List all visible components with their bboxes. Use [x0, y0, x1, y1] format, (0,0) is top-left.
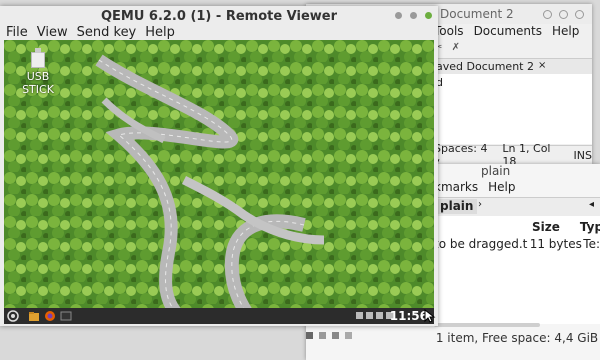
file-list-header: Size Typ	[434, 218, 600, 236]
file-row[interactable]: to be dragged.txt 11 bytes Te:	[434, 236, 600, 252]
desktop-icon-label: USB STICK	[22, 70, 54, 96]
guest-taskbar: 11:56	[4, 308, 434, 324]
remote-viewer-titlebar[interactable]: QEMU 6.2.0 (1) - Remote Viewer	[0, 6, 438, 26]
text-editor-menubar: Tools Documents Help	[434, 24, 579, 38]
file-name: to be dragged.txt	[434, 237, 528, 251]
remote-viewer-menubar: File View Send key Help	[6, 25, 175, 40]
remote-viewer-window: QEMU 6.2.0 (1) - Remote Viewer File View…	[0, 6, 438, 326]
tools-icon[interactable]: ✗	[452, 42, 460, 53]
text-editor-area[interactable]: d	[434, 74, 592, 144]
terminal-icon[interactable]	[345, 332, 352, 339]
remote-viewer-title: QEMU 6.2.0 (1) - Remote Viewer	[100, 9, 338, 24]
file-type: Te:	[583, 237, 600, 251]
path-bar: plain › ◂	[434, 197, 600, 216]
desktop-icon-usb-stick[interactable]: USB STICK	[18, 48, 58, 96]
menu-tools[interactable]: Tools	[434, 24, 464, 38]
insert-mode: INS	[573, 148, 592, 162]
sidebar-icon[interactable]	[306, 332, 313, 339]
menu-bookmarks[interactable]: kmarks	[434, 180, 478, 194]
menu-help[interactable]: Help	[145, 25, 175, 40]
places-icon[interactable]	[319, 332, 326, 339]
text-editor-toolbar: ✂ ✗	[434, 42, 586, 56]
path-more-icon[interactable]: ◂	[589, 199, 594, 210]
tree-icon[interactable]	[332, 332, 339, 339]
horizontal-scrollbar[interactable]	[434, 323, 540, 327]
cursor-icon	[424, 309, 436, 323]
tray-battery-icon[interactable]	[376, 312, 383, 319]
menu-icon[interactable]	[7, 310, 19, 322]
menu-view[interactable]: View	[37, 25, 68, 40]
menu-help[interactable]: Help	[488, 180, 515, 194]
file-size: 11 bytes	[529, 237, 582, 251]
minimize-button[interactable]	[395, 12, 402, 19]
close-button[interactable]	[575, 10, 584, 19]
maximize-button[interactable]	[559, 10, 568, 19]
usb-drive-icon	[31, 48, 45, 68]
menu-send-key[interactable]: Send key	[77, 25, 137, 40]
tab-close-icon[interactable]: ×	[538, 60, 546, 71]
file-manager-title: plain	[481, 164, 511, 178]
tray-network-icon[interactable]	[356, 312, 363, 319]
file-manager-bottom-icons	[306, 332, 352, 339]
folder-icon[interactable]	[28, 310, 40, 322]
menu-file[interactable]: File	[6, 25, 28, 40]
path-arrow-icon[interactable]: ›	[478, 199, 482, 210]
firefox-icon[interactable]	[44, 310, 56, 322]
document-tabs: aved Document 2 ×	[434, 58, 592, 75]
menu-documents[interactable]: Documents	[474, 24, 542, 38]
path-button[interactable]: plain	[436, 199, 478, 214]
tray-volume-icon[interactable]	[366, 312, 373, 319]
terminal-icon[interactable]	[60, 310, 72, 322]
menu-help[interactable]: Help	[552, 24, 579, 38]
column-size[interactable]: Size	[532, 220, 560, 234]
document-tab[interactable]: aved Document 2	[436, 60, 534, 73]
close-button[interactable]	[425, 12, 432, 19]
column-type[interactable]: Typ	[580, 220, 600, 234]
minimize-button[interactable]	[543, 10, 552, 19]
wallpaper-image	[4, 40, 434, 324]
guest-display[interactable]: USB STICK 11:56	[4, 40, 434, 324]
file-manager-menubar: kmarks Help	[434, 180, 516, 194]
text-editor-title: Document 2	[440, 7, 514, 21]
clock[interactable]: 11:56	[390, 309, 428, 323]
maximize-button[interactable]	[410, 12, 417, 19]
text-editor-statusbar: Spaces: 4 ▾ Ln 1, Col 18 INS	[434, 142, 592, 168]
file-manager-statusbar: 1 item, Free space: 4,4 GiB	[435, 331, 599, 345]
